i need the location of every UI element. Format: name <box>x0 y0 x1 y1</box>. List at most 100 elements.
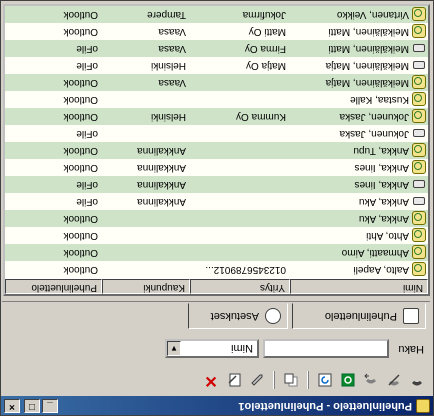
cell-city: Helsinki <box>150 111 186 122</box>
cell-name: Meikäläinen, Matja <box>290 59 428 73</box>
column-header-company[interactable]: Yritys <box>190 279 290 294</box>
search-field-select[interactable]: Nimi ▼ <box>165 339 259 358</box>
close-button[interactable]: × <box>4 399 20 413</box>
outlook-contact-icon <box>412 92 426 107</box>
table-row[interactable]: Jokunen, Jaska oFile <box>5 125 428 142</box>
outlook-contact-icon <box>412 245 426 260</box>
cell-phonebook: Outlook <box>63 77 98 88</box>
tab-label: Puhelinluettelo <box>324 310 397 322</box>
cell-name: Jokunen, Jaska <box>290 127 428 141</box>
cell-phonebook: oFile <box>76 179 98 190</box>
cell-phonebook: Outlook <box>63 26 98 37</box>
phone-contact-icon <box>412 42 426 56</box>
delete-button[interactable]: ✕ <box>201 370 221 390</box>
table-row[interactable]: Meikäläinen, Matja Matja Oy Helsinki oFile <box>5 57 428 74</box>
cell-phonebook: oFile <box>76 128 98 139</box>
table-row[interactable]: Meikäläinen, Matti Firma Oy Vaasa oFile <box>5 40 428 57</box>
cell-phonebook: Outlook <box>63 145 98 156</box>
table-row[interactable]: Ankka, Iines Ankkalinna Outlook <box>5 159 428 176</box>
copy-icon <box>284 373 298 387</box>
edit-page-icon <box>228 373 241 387</box>
title-bar[interactable]: Puhelinluettelo - Puhelinluettelo1 _ □ × <box>1 396 433 415</box>
no-phone-icon <box>388 374 400 386</box>
column-header-phonebook[interactable]: Puhelinluettelo <box>5 279 102 294</box>
cell-company: 0123456789012... <box>205 264 286 275</box>
book-icon <box>403 308 419 324</box>
phone-contact-icon <box>412 127 426 141</box>
contact-name: Jokunen, Jaska <box>339 128 410 139</box>
cell-phonebook: Outlook <box>63 94 98 105</box>
search-input[interactable] <box>263 339 389 358</box>
list-header: Nimi Yritys Kaupunki Puhelinluettelo <box>5 279 428 294</box>
contact-name: Ahto, Ahti <box>366 230 409 241</box>
maximize-button[interactable]: □ <box>24 399 40 413</box>
cell-city: Ankkalinna <box>137 162 186 173</box>
table-row[interactable]: Ankka, Iines Ankkalinna oFile <box>5 176 428 193</box>
outlook-contact-icon <box>412 75 426 90</box>
cell-name: Meikäläinen, Matja <box>290 75 428 90</box>
cell-name: Ankka, Tupu <box>290 143 428 158</box>
window-title: Puhelinluettelo - Puhelinluettelo1 <box>238 400 412 412</box>
chevron-down-icon[interactable]: ▼ <box>167 341 181 356</box>
cell-phonebook: oFile <box>76 196 98 207</box>
cell-city: Ankkalinna <box>137 179 186 190</box>
cell-company: Matti Oy <box>248 26 286 37</box>
table-row[interactable]: Ankka, Aku Outlook <box>5 210 428 227</box>
cell-name: Ahmaatti, Aimo <box>290 245 428 260</box>
table-row[interactable]: Kustaa, Kalle Outlook <box>5 91 428 108</box>
cell-name: Ankka, Iines <box>290 160 428 175</box>
column-header-name[interactable]: Nimi <box>290 279 428 294</box>
toolbar-separator <box>273 371 275 389</box>
contact-name: Ankka, Aku <box>358 196 409 207</box>
tab-settings[interactable]: Asetukset <box>188 303 288 329</box>
cell-city: Vaasa <box>158 26 186 37</box>
phone-button[interactable] <box>407 370 427 390</box>
cell-company: Firma Oy <box>244 43 286 54</box>
contact-name: Aalto, Aapeli <box>353 264 409 275</box>
cell-phonebook: oFile <box>76 60 98 71</box>
cell-phonebook: Outlook <box>63 230 98 241</box>
cell-name: Ankka, Iines <box>290 178 428 192</box>
contact-name: Meikäläinen, Matja <box>325 60 409 71</box>
cell-name: Virtanen, Veikko <box>290 7 428 22</box>
phone-out-button[interactable] <box>361 370 381 390</box>
column-header-city[interactable]: Kaupunki <box>102 279 190 294</box>
copy-button[interactable] <box>281 370 301 390</box>
cell-name: Ankka, Aku <box>290 211 428 226</box>
phone-contact-icon <box>412 178 426 192</box>
cell-company: Matja Oy <box>245 60 286 71</box>
outlook-contact-icon <box>412 109 426 124</box>
contact-name: Virtanen, Veikko <box>336 9 409 20</box>
minimize-button[interactable]: _ <box>42 399 58 413</box>
table-row[interactable]: Meikäläinen, Matja Vaasa Outlook <box>5 74 428 91</box>
table-row[interactable]: Virtanen, Veikko Jokufirma Tampere Outlook <box>5 6 428 23</box>
phone-contact-icon <box>412 195 426 209</box>
list-rows: Aalto, Aapeli 0123456789012... Outlook Ahma… <box>5 6 428 278</box>
table-row[interactable]: Aalto, Aapeli 0123456789012... Outlook <box>5 261 428 278</box>
cell-city: Vaasa <box>158 43 186 54</box>
cell-city: Ankkalinna <box>137 196 186 207</box>
cell-city: Tampere <box>147 9 186 20</box>
phone-out-icon <box>364 373 376 384</box>
tab-label: Asetukset <box>210 310 259 322</box>
no-phone-button[interactable] <box>384 370 404 390</box>
phone-contact-icon <box>412 59 426 73</box>
table-row[interactable]: Ankka, Aku Ankkalinna oFile <box>5 193 428 210</box>
cell-city: Ankkalinna <box>137 145 186 156</box>
table-row[interactable]: Meikäläinen, Matti Matti Oy Vaasa Outlook <box>5 23 428 40</box>
outlook-button[interactable] <box>338 370 358 390</box>
toolbar-separator <box>307 371 309 389</box>
table-row[interactable]: Ahto, Ahti Outlook <box>5 227 428 244</box>
table-row[interactable]: Ahmaatti, Aimo Outlook <box>5 244 428 261</box>
refresh-icon <box>318 373 332 387</box>
outlook-contact-icon <box>412 160 426 175</box>
edit-page-button[interactable] <box>224 370 244 390</box>
contact-name: Ankka, Tupu <box>353 145 409 156</box>
tab-phonebook[interactable]: Puhelinluettelo <box>292 303 426 329</box>
contact-name: Ankka, Iines <box>354 162 409 173</box>
edit-button[interactable] <box>247 370 267 390</box>
table-row[interactable]: Jokunen, Jaska Kumma Oy Helsinki Outlook <box>5 108 428 125</box>
app-icon <box>416 399 430 413</box>
refresh-button[interactable] <box>315 370 335 390</box>
table-row[interactable]: Ankka, Tupu Ankkalinna Outlook <box>5 142 428 159</box>
